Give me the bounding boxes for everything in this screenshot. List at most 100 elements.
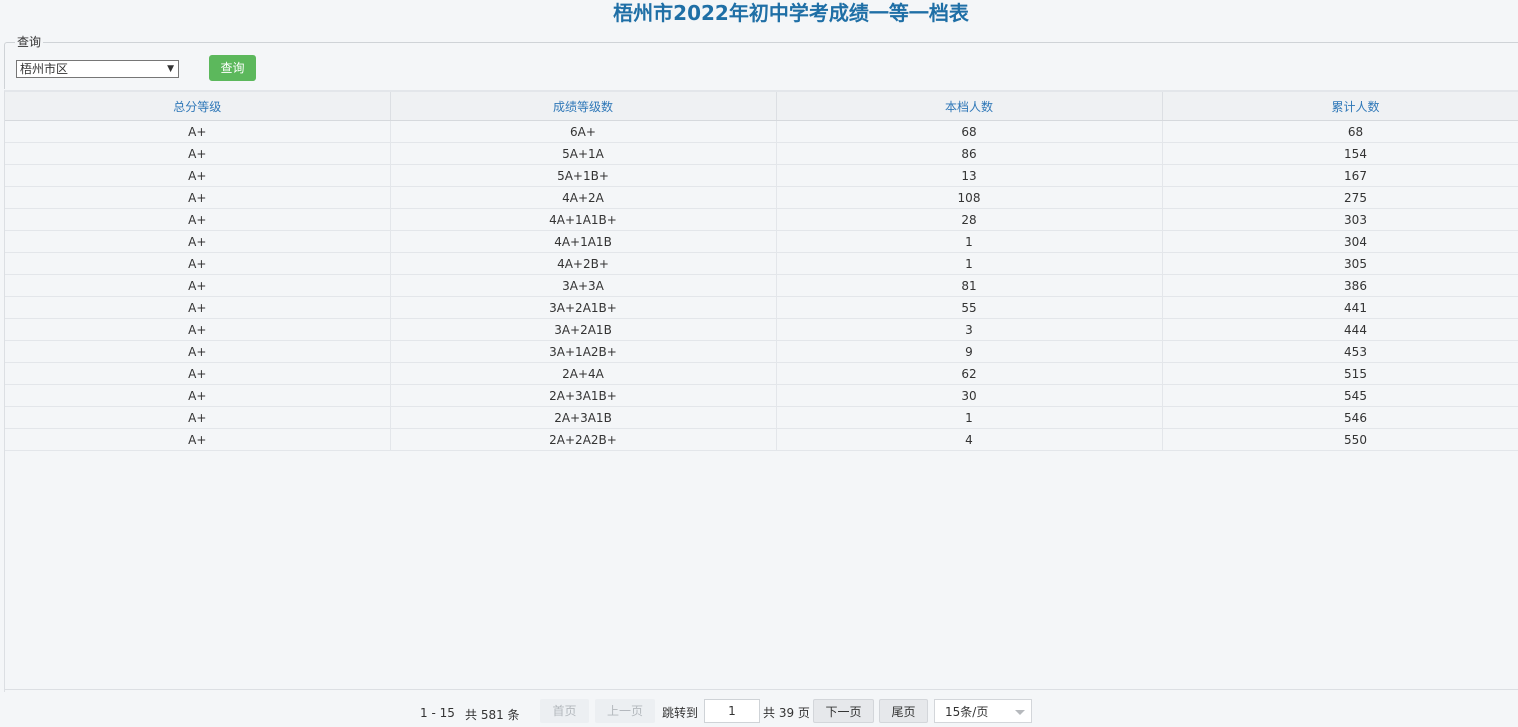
table-row: A+ 3A+3A 81 386 (5, 274, 1518, 297)
table-cell: A+ (5, 274, 391, 297)
table-cell: 5A+1B+ (390, 164, 777, 187)
table-row: A+ 2A+3A1B 1 546 (5, 406, 1518, 429)
table-cell: 9 (776, 340, 1163, 363)
table-cell: 453 (1162, 340, 1518, 363)
table-cell: 2A+4A (390, 362, 777, 385)
header-tier-count[interactable]: 本档人数 (776, 92, 1163, 121)
table-cell: 55 (776, 296, 1163, 319)
table-cell: 3 (776, 318, 1163, 341)
table-cell: 154 (1162, 142, 1518, 165)
query-button[interactable]: 查询 (209, 55, 256, 81)
table-cell: 4A+1A1B (390, 230, 777, 253)
region-select-value: 梧州市区 (20, 62, 69, 76)
table-cell: 30 (776, 384, 1163, 407)
pagination-bar: 1 - 15 共 581 条 首页 上一页 跳转到 1 共 39 页 下一页 尾… (4, 689, 1518, 727)
first-page-button[interactable]: 首页 (540, 699, 589, 723)
table-cell: 3A+2A1B+ (390, 296, 777, 319)
table-cell: 275 (1162, 186, 1518, 209)
pages-total: 共 39 页 (763, 706, 810, 720)
last-page-button[interactable]: 尾页 (879, 699, 928, 723)
table-cell: A+ (5, 318, 391, 341)
table-cell: A+ (5, 296, 391, 319)
table-cell: 2A+3A1B+ (390, 384, 777, 407)
page-size-select[interactable]: 15条/页 (934, 699, 1032, 723)
pager-range: 1 - 15 (420, 706, 455, 720)
header-total-grade[interactable]: 总分等级 (5, 92, 391, 121)
table-row: A+ 5A+1B+ 13 167 (5, 164, 1518, 187)
query-legend: 查询 (15, 35, 44, 49)
table-row: A+ 4A+2A 108 275 (5, 186, 1518, 209)
table-cell: A+ (5, 384, 391, 407)
table-cell: 86 (776, 142, 1163, 165)
table-row: A+ 4A+1A1B+ 28 303 (5, 208, 1518, 231)
results-table: 总分等级 成绩等级数 本档人数 累计人数 A+ 6A+ 68 68 A+ 5A+1A 86 1… (5, 92, 1518, 451)
table-cell: 68 (776, 120, 1163, 143)
table-cell: 28 (776, 208, 1163, 231)
table-cell: 4A+2A (390, 186, 777, 209)
table-cell: 4 (776, 428, 1163, 451)
table-cell: A+ (5, 406, 391, 429)
table-cell: 515 (1162, 362, 1518, 385)
page-size-value: 15条/页 (945, 705, 989, 719)
table-cell: A+ (5, 142, 391, 165)
table-cell: A+ (5, 230, 391, 253)
table-row: A+ 2A+2A2B+ 4 550 (5, 428, 1518, 451)
table-cell: A+ (5, 164, 391, 187)
next-page-button[interactable]: 下一页 (813, 699, 874, 723)
chevron-down-icon (1015, 710, 1025, 715)
header-cumulative-count[interactable]: 累计人数 (1162, 92, 1518, 121)
table-row: A+ 2A+3A1B+ 30 545 (5, 384, 1518, 407)
table-cell: 4A+1A1B+ (390, 208, 777, 231)
table-cell: 6A+ (390, 120, 777, 143)
table-row: A+ 4A+1A1B 1 304 (5, 230, 1518, 253)
table-cell: 81 (776, 274, 1163, 297)
table-cell: A+ (5, 362, 391, 385)
table-row: A+ 5A+1A 86 154 (5, 142, 1518, 165)
table-row: A+ 2A+4A 62 515 (5, 362, 1518, 385)
table-cell: A+ (5, 208, 391, 231)
jump-label: 跳转到 (662, 706, 699, 720)
table-cell: A+ (5, 120, 391, 143)
table-cell: A+ (5, 428, 391, 451)
table-cell: 3A+2A1B (390, 318, 777, 341)
table-cell: 305 (1162, 252, 1518, 275)
table-cell: 108 (776, 186, 1163, 209)
table-cell: 13 (776, 164, 1163, 187)
page-jump-input[interactable]: 1 (704, 699, 760, 723)
table-row: A+ 4A+2B+ 1 305 (5, 252, 1518, 275)
table-cell: A+ (5, 252, 391, 275)
table-cell: 3A+3A (390, 274, 777, 297)
table-cell: 4A+2B+ (390, 252, 777, 275)
table-cell: 546 (1162, 406, 1518, 429)
table-cell: 441 (1162, 296, 1518, 319)
region-select[interactable]: 梧州市区 ▼ (16, 60, 179, 78)
header-grade-count[interactable]: 成绩等级数 (390, 92, 777, 121)
table-cell: A+ (5, 340, 391, 363)
table-cell: A+ (5, 186, 391, 209)
table-cell: 1 (776, 406, 1163, 429)
results-grid: 总分等级 成绩等级数 本档人数 累计人数 A+ 6A+ 68 68 A+ 5A+1A 86 1… (4, 90, 1518, 692)
table-cell: 304 (1162, 230, 1518, 253)
table-cell: 2A+3A1B (390, 406, 777, 429)
table-cell: 545 (1162, 384, 1518, 407)
table-row: A+ 3A+2A1B+ 55 441 (5, 296, 1518, 319)
table-cell: 1 (776, 252, 1163, 275)
table-row: A+ 3A+2A1B 3 444 (5, 318, 1518, 341)
table-cell: 386 (1162, 274, 1518, 297)
dropdown-arrow-icon: ▼ (167, 64, 174, 74)
table-cell: 167 (1162, 164, 1518, 187)
table-cell: 444 (1162, 318, 1518, 341)
prev-page-button[interactable]: 上一页 (595, 699, 655, 723)
table-header-row: 总分等级 成绩等级数 本档人数 累计人数 (5, 92, 1518, 121)
table-row: A+ 6A+ 68 68 (5, 120, 1518, 143)
table-row: A+ 3A+1A2B+ 9 453 (5, 340, 1518, 363)
table-cell: 550 (1162, 428, 1518, 451)
table-cell: 68 (1162, 120, 1518, 143)
table-cell: 303 (1162, 208, 1518, 231)
table-cell: 2A+2A2B+ (390, 428, 777, 451)
table-cell: 1 (776, 230, 1163, 253)
pager-total: 共 581 条 (465, 708, 520, 722)
table-cell: 5A+1A (390, 142, 777, 165)
table-cell: 3A+1A2B+ (390, 340, 777, 363)
table-cell: 62 (776, 362, 1163, 385)
